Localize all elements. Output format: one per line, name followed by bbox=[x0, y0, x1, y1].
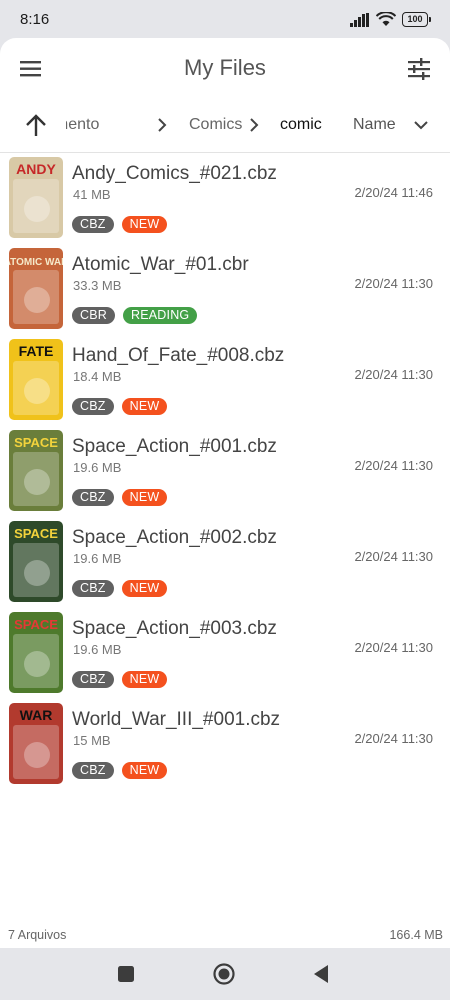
breadcrumb-item-comic[interactable]: comic bbox=[280, 116, 322, 134]
sort-dropdown-label[interactable]: Name bbox=[353, 116, 396, 134]
list-item[interactable]: SPACE Space_Action_#002.cbz 19.6 MB 2/20… bbox=[0, 518, 450, 609]
svg-text:SPACE: SPACE bbox=[14, 617, 58, 632]
file-name: World_War_III_#001.cbz bbox=[72, 709, 281, 730]
comic-cover-thumbnail: SPACE bbox=[9, 521, 63, 602]
triangle-back-icon[interactable] bbox=[310, 962, 334, 986]
file-date: 2/20/24 11:46 bbox=[354, 185, 433, 200]
badges: CBZ NEW bbox=[72, 216, 168, 233]
file-type-badge: CBZ bbox=[72, 216, 114, 233]
svg-text:FATE: FATE bbox=[19, 343, 54, 359]
file-name: Space_Action_#001.cbz bbox=[72, 436, 277, 457]
file-type-badge: CBZ bbox=[72, 398, 114, 415]
breadcrumb-item-comics[interactable]: Comics bbox=[189, 116, 242, 134]
svg-text:ANDY: ANDY bbox=[16, 161, 56, 177]
chevron-down-icon[interactable] bbox=[410, 114, 432, 136]
file-date: 2/20/24 11:30 bbox=[354, 731, 433, 746]
chevron-right-icon bbox=[250, 118, 259, 132]
list-item[interactable]: ANDY Andy_Comics_#021.cbz 41 MB 2/20/24 … bbox=[0, 154, 450, 245]
status-bar: 8:16 100 bbox=[0, 0, 450, 40]
file-type-badge: CBZ bbox=[72, 671, 114, 688]
arrow-up-icon[interactable] bbox=[23, 113, 49, 139]
status-badge: NEW bbox=[121, 580, 168, 597]
comic-cover-thumbnail: WAR bbox=[9, 703, 63, 784]
list-item[interactable]: SPACE Space_Action_#003.cbz 19.6 MB 2/20… bbox=[0, 609, 450, 700]
status-badge: NEW bbox=[121, 671, 168, 688]
file-list: ANDY Andy_Comics_#021.cbz 41 MB 2/20/24 … bbox=[0, 154, 450, 791]
status-badge: NEW bbox=[121, 489, 168, 506]
file-type-badge: CBR bbox=[72, 307, 115, 324]
comic-cover-thumbnail: SPACE bbox=[9, 612, 63, 693]
status-time: 8:16 bbox=[20, 11, 50, 28]
file-name: Hand_Of_Fate_#008.cbz bbox=[72, 345, 285, 366]
file-name: Atomic_War_#01.cbr bbox=[72, 254, 249, 275]
badges: CBZ NEW bbox=[72, 580, 168, 597]
file-browser-sheet: My Files Armazenamento Comics comic Name bbox=[0, 38, 450, 948]
comic-cover-thumbnail: FATE bbox=[9, 339, 63, 420]
status-badge: NEW bbox=[121, 762, 168, 779]
total-size: 166.4 MB bbox=[389, 928, 443, 942]
status-badge: NEW bbox=[121, 398, 168, 415]
file-type-badge: CBZ bbox=[72, 489, 114, 506]
comic-cover-thumbnail: ATOMIC WAR bbox=[9, 248, 63, 329]
file-date: 2/20/24 11:30 bbox=[354, 367, 433, 382]
breadcrumb-item-armazenamento[interactable]: Armazenamento bbox=[66, 116, 99, 134]
signal-icon bbox=[350, 12, 369, 27]
page-title: My Files bbox=[184, 55, 266, 80]
file-date: 2/20/24 11:30 bbox=[354, 549, 433, 564]
badges: CBZ NEW bbox=[72, 489, 168, 506]
comic-cover-thumbnail: SPACE bbox=[9, 430, 63, 511]
badges: CBZ NEW bbox=[72, 398, 168, 415]
file-type-badge: CBZ bbox=[72, 762, 114, 779]
file-name: Space_Action_#003.cbz bbox=[72, 618, 277, 639]
list-item[interactable]: SPACE Space_Action_#001.cbz 19.6 MB 2/20… bbox=[0, 427, 450, 518]
file-size: 19.6 MB bbox=[73, 551, 122, 566]
comic-cover-thumbnail: ANDY bbox=[9, 157, 63, 238]
file-size: 19.6 MB bbox=[73, 460, 122, 475]
file-date: 2/20/24 11:30 bbox=[354, 458, 433, 473]
file-size: 33.3 MB bbox=[73, 278, 122, 293]
svg-text:WAR: WAR bbox=[20, 707, 53, 723]
file-count: 7 Arquivos bbox=[8, 928, 67, 942]
breadcrumb: Armazenamento Comics comic bbox=[66, 100, 334, 152]
square-recents-icon[interactable] bbox=[114, 962, 138, 986]
svg-text:ATOMIC WAR: ATOMIC WAR bbox=[9, 257, 63, 268]
status-badge: NEW bbox=[121, 216, 168, 233]
file-date: 2/20/24 11:30 bbox=[354, 640, 433, 655]
breadcrumb-bar: Armazenamento Comics comic Name bbox=[0, 100, 450, 153]
file-size: 15 MB bbox=[73, 733, 111, 748]
list-item[interactable]: WAR World_War_III_#001.cbz 15 MB 2/20/24… bbox=[0, 700, 450, 791]
circle-home-icon[interactable] bbox=[212, 962, 236, 986]
svg-text:SPACE: SPACE bbox=[14, 526, 58, 541]
list-item[interactable]: FATE Hand_Of_Fate_#008.cbz 18.4 MB 2/20/… bbox=[0, 336, 450, 427]
status-badge: READING bbox=[123, 307, 198, 324]
file-type-badge: CBZ bbox=[72, 580, 114, 597]
badges: CBZ NEW bbox=[72, 762, 168, 779]
file-size: 41 MB bbox=[73, 187, 111, 202]
battery-icon: 100 bbox=[402, 12, 431, 27]
svg-text:SPACE: SPACE bbox=[14, 435, 58, 450]
status-icons: 100 bbox=[350, 12, 431, 27]
app-bar: My Files bbox=[0, 38, 450, 100]
tune-sliders-icon[interactable] bbox=[406, 56, 432, 82]
chevron-right-icon bbox=[158, 118, 167, 132]
badges: CBR READING bbox=[72, 307, 198, 324]
wifi-icon bbox=[376, 12, 396, 26]
system-nav-bar bbox=[0, 948, 450, 1000]
file-size: 18.4 MB bbox=[73, 369, 122, 384]
file-date: 2/20/24 11:30 bbox=[354, 276, 433, 291]
badges: CBZ NEW bbox=[72, 671, 168, 688]
list-item[interactable]: ATOMIC WAR Atomic_War_#01.cbr 33.3 MB 2/… bbox=[0, 245, 450, 336]
file-name: Andy_Comics_#021.cbz bbox=[72, 163, 277, 184]
file-name: Space_Action_#002.cbz bbox=[72, 527, 277, 548]
file-size: 19.6 MB bbox=[73, 642, 122, 657]
